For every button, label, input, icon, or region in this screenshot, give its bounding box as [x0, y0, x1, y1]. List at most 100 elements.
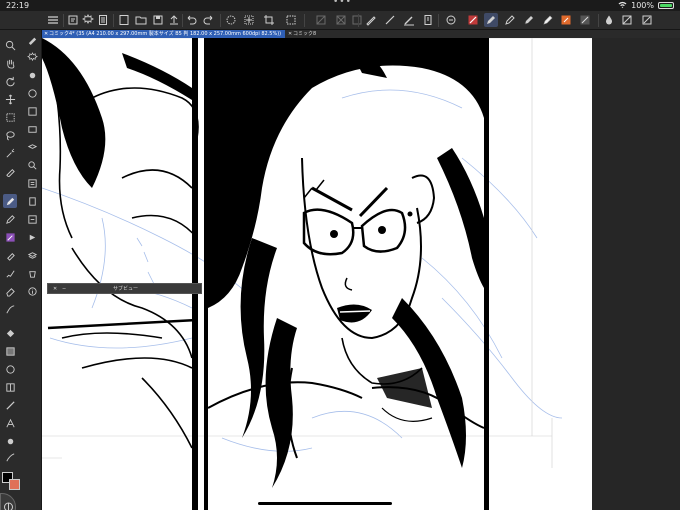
divider — [182, 14, 183, 27]
layers-stack-icon[interactable] — [25, 248, 39, 262]
canvas-background — [592, 38, 680, 510]
invert-selection-icon[interactable] — [314, 13, 328, 27]
subview-title: サブビュー — [113, 286, 139, 292]
fill-selection-icon[interactable] — [334, 13, 348, 27]
redo-icon[interactable] — [202, 13, 216, 27]
info-icon[interactable] — [25, 284, 39, 298]
expand-icon[interactable] — [640, 13, 654, 27]
blend-icon[interactable] — [620, 13, 634, 27]
save-icon[interactable] — [151, 13, 165, 27]
history-icon[interactable] — [25, 212, 39, 226]
marker-icon[interactable] — [522, 13, 536, 27]
close-icon[interactable]: ✕ — [53, 285, 57, 294]
frame-icon[interactable] — [3, 380, 17, 394]
auto-action-icon[interactable] — [25, 230, 39, 244]
balloon-icon[interactable] — [3, 434, 17, 448]
color-set-icon[interactable] — [25, 104, 39, 118]
crop-icon[interactable] — [262, 13, 276, 27]
color-wheel-icon[interactable] — [25, 86, 39, 100]
close-icon[interactable]: ✕ — [288, 30, 292, 38]
wifi-icon — [618, 1, 627, 10]
brush-icon[interactable] — [3, 230, 17, 244]
tab-comic4[interactable]: ✕ コミック4* (35 (A4 210.00 x 297.00mm 製本サイズ… — [42, 30, 285, 38]
water-drop-icon[interactable] — [602, 13, 616, 27]
upload-icon[interactable] — [167, 13, 181, 27]
status-right: 100% — [618, 1, 674, 10]
undo-icon[interactable] — [184, 13, 198, 27]
status-bar: 22:19 ••• 100% — [0, 0, 680, 11]
decoration-icon[interactable] — [3, 266, 17, 280]
bucket-icon[interactable] — [25, 266, 39, 280]
snap-icon[interactable] — [444, 13, 458, 27]
fill-icon[interactable] — [3, 326, 17, 340]
multitasking-dots[interactable]: ••• — [333, 0, 352, 7]
new-page-icon[interactable] — [117, 13, 131, 27]
lasso-icon[interactable] — [3, 128, 17, 142]
text-icon[interactable] — [3, 416, 17, 430]
divider — [438, 14, 439, 27]
open-folder-icon[interactable] — [134, 13, 148, 27]
select-icon[interactable] — [3, 110, 17, 124]
pen-icon[interactable] — [484, 13, 498, 27]
layer-search-icon[interactable] — [25, 158, 39, 172]
divider — [113, 14, 114, 27]
layer-property-icon[interactable] — [25, 140, 39, 154]
blend-icon[interactable] — [3, 302, 17, 316]
deselect-icon[interactable] — [284, 13, 298, 27]
navigator-icon[interactable] — [25, 122, 39, 136]
color-icon[interactable] — [578, 13, 592, 27]
zoom-icon[interactable] — [3, 38, 17, 52]
battery-percent: 100% — [631, 1, 654, 10]
pen-tool-icon[interactable] — [466, 13, 480, 27]
divider — [63, 14, 64, 27]
home-indicator[interactable] — [258, 502, 392, 505]
eraser-icon[interactable] — [541, 13, 555, 27]
brush-icon[interactable] — [383, 13, 397, 27]
undo-history-icon[interactable] — [66, 13, 80, 27]
airbrush-icon[interactable] — [3, 248, 17, 262]
auto-select-icon[interactable] — [3, 146, 17, 160]
transform-icon[interactable] — [242, 13, 256, 27]
pen-icon[interactable] — [3, 194, 17, 208]
sub-tool-detail-icon[interactable] — [25, 50, 39, 64]
subview-panel[interactable]: ✕ − サブビュー — [47, 283, 202, 294]
clear-selection-icon[interactable] — [350, 13, 364, 27]
material-icon[interactable] — [25, 176, 39, 190]
layer-icon[interactable] — [421, 13, 435, 27]
eraser-icon[interactable] — [3, 284, 17, 298]
tool-palette — [0, 30, 42, 510]
close-icon[interactable]: ✕ — [44, 30, 48, 38]
fill-icon[interactable] — [559, 13, 573, 27]
background-color-swatch[interactable] — [9, 479, 20, 490]
rotate-icon[interactable] — [3, 74, 17, 88]
menu-icon[interactable] — [46, 13, 60, 27]
battery-fill — [660, 4, 672, 7]
hand-icon[interactable] — [3, 56, 17, 70]
divider — [598, 14, 599, 27]
divider — [358, 14, 359, 27]
sub-tool-icon[interactable] — [25, 32, 39, 46]
ruler-icon[interactable] — [402, 13, 416, 27]
clip-studio-window: 22:19 ••• 100% ✕ コミック4* (35 (A4 210.00 x… — [0, 0, 680, 510]
brush-tool-icon[interactable] — [503, 13, 517, 27]
settings-icon[interactable] — [81, 13, 95, 27]
gradient-icon[interactable] — [3, 344, 17, 358]
command-bar — [0, 11, 680, 30]
new-file-icon[interactable] — [96, 13, 110, 27]
eyedropper-icon[interactable] — [3, 164, 17, 178]
move-icon[interactable] — [3, 92, 17, 106]
pen-stroke-icon[interactable] — [364, 13, 378, 27]
document-tabs: ✕ コミック4* (35 (A4 210.00 x 297.00mm 製本サイズ… — [42, 30, 680, 38]
pencil-icon[interactable] — [3, 212, 17, 226]
tab-comic8[interactable]: ✕ コミック8 — [286, 30, 346, 38]
ruler-icon[interactable] — [3, 398, 17, 412]
selection-clear-icon[interactable] — [224, 13, 238, 27]
canvas[interactable] — [42, 38, 592, 510]
line-correction-icon[interactable] — [3, 450, 17, 464]
brush-size-icon[interactable] — [25, 68, 39, 82]
layer-icon[interactable] — [25, 194, 39, 208]
figure-icon[interactable] — [3, 362, 17, 376]
minimize-icon[interactable]: − — [62, 285, 66, 294]
edge-keyboard-handle[interactable] — [0, 493, 16, 510]
manga-artwork[interactable] — [42, 38, 592, 510]
